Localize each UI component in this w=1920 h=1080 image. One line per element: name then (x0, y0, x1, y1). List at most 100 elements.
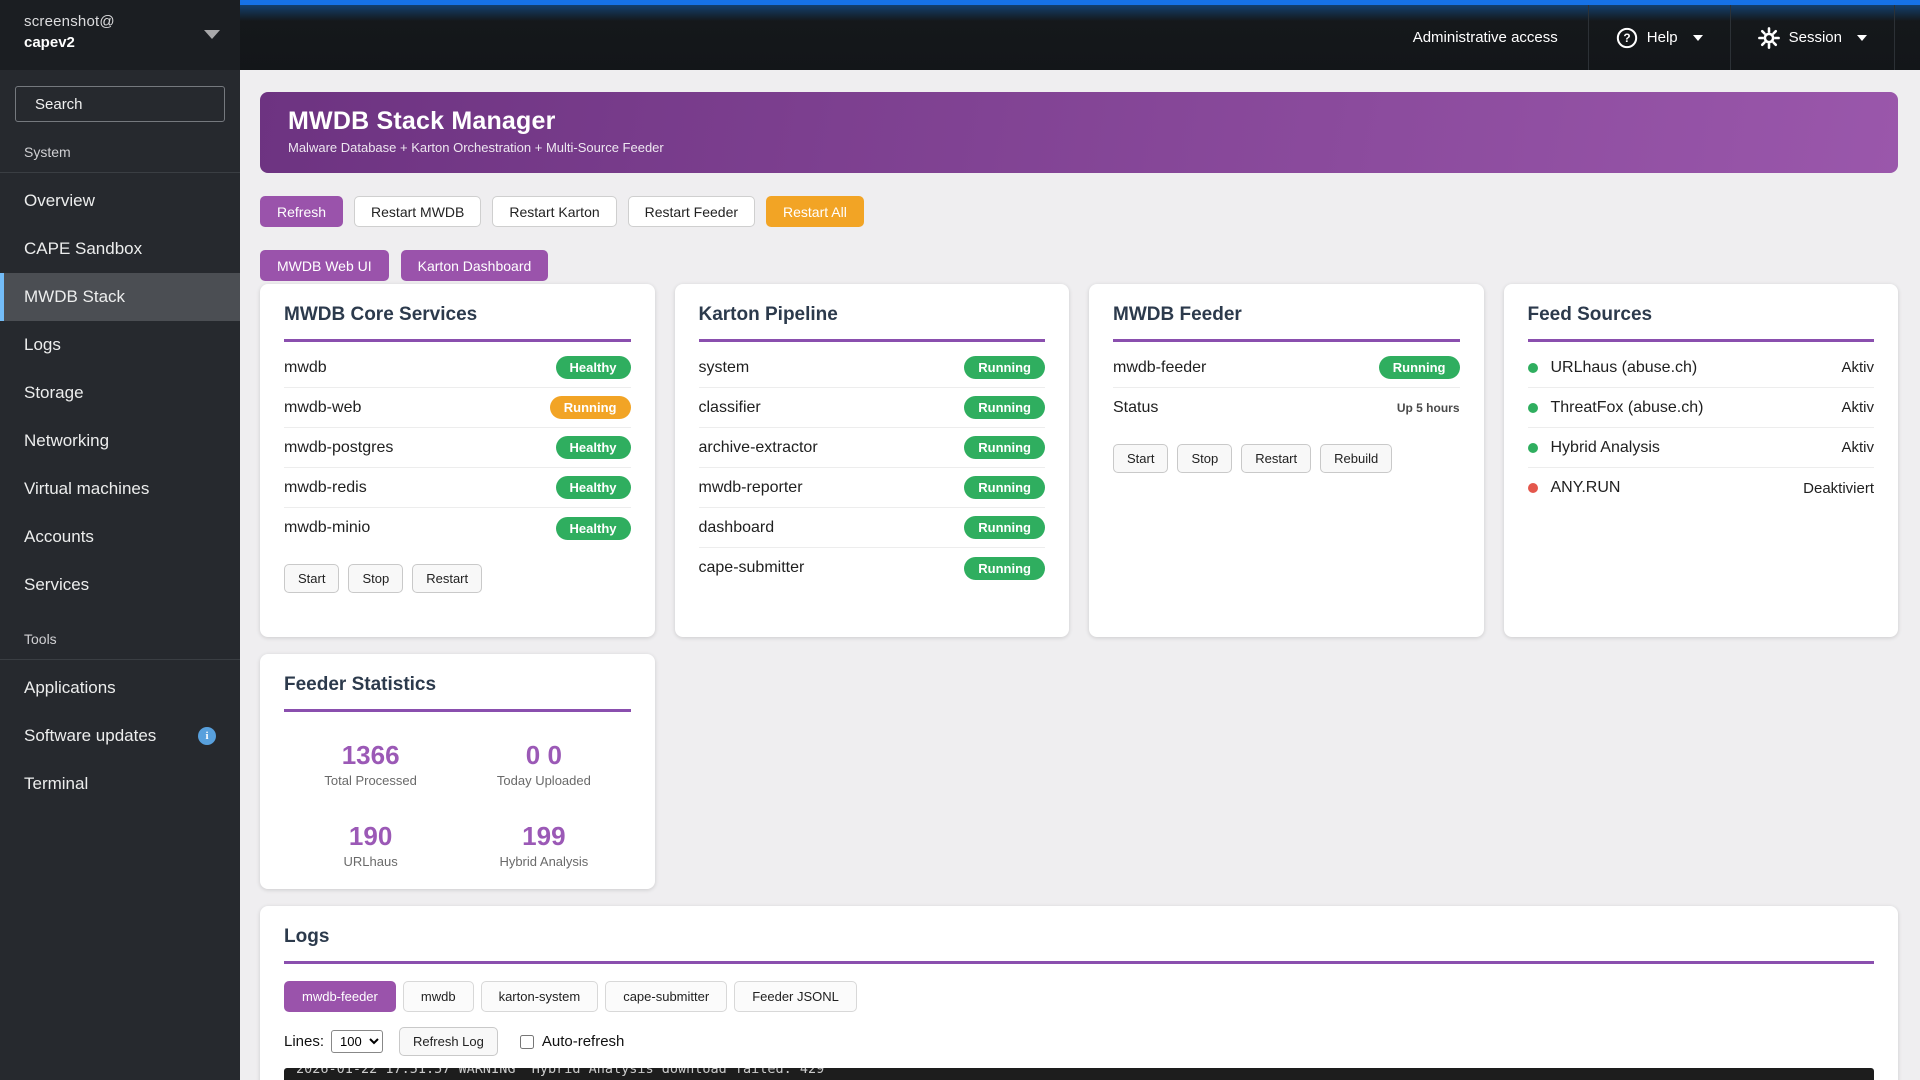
tab-feeder-jsonl[interactable]: Feeder JSONL (734, 981, 857, 1012)
sidebar-item-terminal[interactable]: Terminal (0, 760, 240, 808)
restart-mwdb-button[interactable]: Restart MWDB (354, 196, 482, 227)
help-menu[interactable]: ? Help (1589, 5, 1730, 70)
sidebar-item-overview[interactable]: Overview (0, 177, 240, 225)
feed-source-row: URLhaus (abuse.ch) Aktiv (1527, 348, 1874, 388)
host-user: screenshot@ (24, 13, 115, 30)
nav-section-system: System Overview CAPE Sandbox MWDB Stack … (0, 144, 240, 609)
source-state: Aktiv (1841, 399, 1874, 416)
stop-button[interactable]: Stop (348, 564, 404, 593)
service-row: cape-submitter Running (698, 548, 1045, 588)
sidebar-item-storage[interactable]: Storage (0, 369, 240, 417)
source-name: URLhaus (abuse.ch) (1550, 358, 1698, 376)
service-row: mwdb-postgres Healthy (284, 428, 631, 468)
auto-refresh-checkbox[interactable] (519, 1034, 534, 1049)
service-row: system Running (698, 348, 1045, 388)
sidebar-item-logs[interactable]: Logs (0, 321, 240, 369)
search-input[interactable] (35, 95, 234, 113)
log-tabs: mwdb-feeder mwdb karton-system cape-subm… (284, 981, 1874, 1012)
service-row: mwdb-web Running (284, 388, 631, 428)
start-button[interactable]: Start (284, 564, 340, 593)
source-name: ANY.RUN (1550, 479, 1621, 496)
chevron-down-icon (1692, 34, 1703, 41)
page-title: MWDB Stack Manager (288, 107, 556, 135)
status-badge: Running (964, 476, 1045, 499)
card-actions: Start Stop Restart (284, 564, 631, 593)
restart-karton-button[interactable]: Restart Karton (492, 196, 617, 227)
stop-button[interactable]: Stop (1177, 444, 1233, 473)
sidebar-item-services[interactable]: Services (0, 561, 240, 609)
status-badge: Healthy (555, 476, 631, 499)
service-row: mwdb-feeder Running (1113, 348, 1460, 388)
nav-section-label: Tools (0, 631, 240, 660)
card-title: MWDB Feeder (1113, 304, 1460, 342)
sidebar-item-mwdb-stack[interactable]: MWDB Stack (0, 273, 240, 321)
service-row: mwdb-redis Healthy (284, 468, 631, 508)
sidebar-item-accounts[interactable]: Accounts (0, 513, 240, 561)
feed-source-row: Hybrid Analysis Aktiv (1527, 428, 1874, 468)
restart-button[interactable]: Restart (1241, 444, 1312, 473)
feed-source-row: ThreatFox (abuse.ch) Aktiv (1527, 388, 1874, 428)
card-mwdb-feeder: MWDB Feeder mwdb-feeder Running Status U… (1089, 284, 1484, 637)
card-title: Feeder Statistics (284, 674, 631, 712)
link-buttons: MWDB Web UI Karton Dashboard (260, 250, 1898, 281)
stats-grid: 1366 Total Processed 0 0 Today Uploaded … (284, 740, 631, 869)
sidebar-item-networking[interactable]: Networking (0, 417, 240, 465)
stat-label: Today Uploaded (496, 773, 591, 788)
status-badge: Healthy (555, 436, 631, 459)
card-mwdb-core-services: MWDB Core Services mwdb Healthy mwdb-web… (260, 284, 655, 637)
stat-urlhaus: 190 URLhaus (284, 821, 457, 869)
tab-karton-system[interactable]: karton-system (480, 981, 599, 1012)
status-badge: Healthy (555, 356, 631, 379)
service-name: mwdb-reporter (698, 478, 803, 496)
restart-all-button[interactable]: Restart All (766, 196, 864, 227)
sidebar-item-applications[interactable]: Applications (0, 664, 240, 712)
lines-select[interactable]: 100 (331, 1030, 384, 1053)
sidebar-item-cape-sandbox[interactable]: CAPE Sandbox (0, 225, 240, 273)
host-name: capev2 (24, 34, 75, 51)
svg-text:?: ? (1623, 31, 1630, 45)
cards-row: MWDB Core Services mwdb Healthy mwdb-web… (260, 284, 1898, 637)
card-title: Karton Pipeline (698, 304, 1045, 342)
stat-value: 199 (522, 821, 566, 851)
nav-section-label: System (0, 144, 240, 173)
status-badge: Running (964, 436, 1045, 459)
rebuild-button[interactable]: Rebuild (1320, 444, 1393, 473)
sidebar-item-virtual-machines[interactable]: Virtual machines (0, 465, 240, 513)
service-name: mwdb (284, 358, 327, 376)
karton-dashboard-link[interactable]: Karton Dashboard (400, 250, 549, 281)
service-name: mwdb-web (284, 398, 362, 416)
restart-feeder-button[interactable]: Restart Feeder (627, 196, 756, 227)
service-name: dashboard (698, 518, 775, 536)
stat-label: URLhaus (343, 854, 398, 869)
card-title: Logs (284, 926, 1874, 964)
administrative-access-button[interactable]: Administrative access (1413, 5, 1558, 70)
service-row: classifier Running (698, 388, 1045, 428)
source-name: ThreatFox (abuse.ch) (1550, 398, 1704, 416)
nav-section-tools: Tools Applications Software updates i Te… (0, 631, 240, 808)
service-name: classifier (698, 398, 761, 416)
tab-mwdb-feeder[interactable]: mwdb-feeder (284, 981, 396, 1012)
mwdb-web-ui-link[interactable]: MWDB Web UI (260, 250, 389, 281)
sidebar-nav: System Overview CAPE Sandbox MWDB Stack … (0, 122, 240, 808)
service-row: mwdb-reporter Running (698, 468, 1045, 508)
restart-button[interactable]: Restart (412, 564, 483, 593)
tab-mwdb[interactable]: mwdb (402, 981, 474, 1012)
refresh-log-button[interactable]: Refresh Log (399, 1027, 498, 1056)
service-row: dashboard Running (698, 508, 1045, 548)
start-button[interactable]: Start (1113, 444, 1169, 473)
host-selector[interactable]: screenshot@ capev2 (0, 0, 240, 70)
search-box[interactable] (15, 86, 234, 122)
service-name: cape-submitter (698, 559, 805, 576)
status-label: Status (1113, 399, 1159, 416)
auto-refresh-label: Auto-refresh (541, 1033, 625, 1050)
status-dot-icon (1527, 362, 1538, 373)
log-viewer[interactable]: 2026-01-22 17:51:57 WARNING Hybrid Analy… (284, 1068, 1874, 1080)
source-name: Hybrid Analysis (1550, 438, 1660, 456)
sidebar-item-software-updates[interactable]: Software updates i (0, 712, 240, 760)
tab-cape-submitter[interactable]: cape-submitter (605, 981, 728, 1012)
stat-label: Hybrid Analysis (499, 854, 589, 869)
uptime-value: Up 5 hours (1396, 401, 1460, 415)
source-state: Aktiv (1841, 359, 1874, 376)
session-menu[interactable]: Session (1731, 5, 1894, 70)
refresh-button[interactable]: Refresh (260, 196, 344, 227)
